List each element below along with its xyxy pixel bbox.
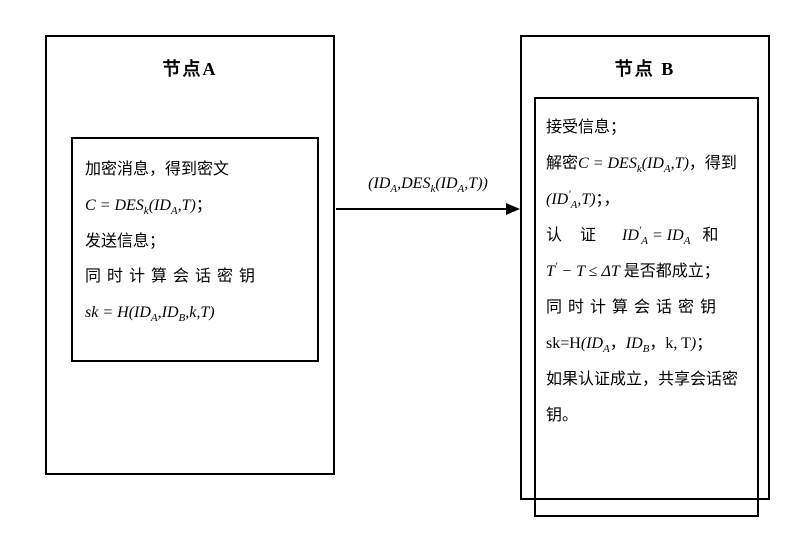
- b-l2-prefix: 解密: [546, 155, 578, 172]
- b-l7-semi: ；: [696, 335, 712, 352]
- b-l4-eq: =: [648, 227, 667, 244]
- b-l7-idb: ID: [626, 335, 643, 352]
- a-l5-a: A: [151, 312, 158, 324]
- b-l5-le: ≤: [585, 263, 602, 280]
- b-line5: T' − T ≤ ΔT 是否都成立；: [546, 255, 747, 289]
- b-l7-ida: ID: [586, 335, 603, 352]
- arrow-icon: [336, 199, 520, 219]
- a-l2-des: DES: [114, 197, 143, 214]
- b-line3: (ID'A,T)；，: [546, 183, 747, 217]
- a-l2-ida: ID: [154, 197, 171, 214]
- b-l5-t2: T: [576, 263, 585, 280]
- b-l5-minus: −: [557, 263, 576, 280]
- b-l7-c1: ，: [610, 335, 626, 352]
- arr-ida: ID: [373, 175, 390, 192]
- b-l5-t3: T: [611, 263, 620, 280]
- a-line4: 同时计算会话密钥: [85, 260, 305, 294]
- b-l2-des: DES: [607, 155, 636, 172]
- b-l5-delta: Δ: [601, 263, 610, 280]
- node-a-title: 节点A: [47, 37, 333, 81]
- b-l4-id2: ID: [667, 227, 684, 244]
- arr-ida2: ID: [441, 175, 458, 192]
- b-l7-k: k, T: [665, 335, 690, 352]
- a-l5-h: H: [117, 304, 129, 321]
- a-l2-eq: =: [96, 197, 115, 214]
- a-l5-sk: sk: [85, 304, 98, 321]
- b-line4: 认证 ID'A = IDA 和: [546, 219, 747, 253]
- b-l4-suffix: 和: [702, 227, 718, 244]
- b-l5-suffix: 是否都成立；: [620, 263, 720, 280]
- arrow-label: (IDA,DESk(IDA,T)): [336, 175, 520, 195]
- a-l5-idb: ID: [162, 304, 179, 321]
- b-l4-a2: A: [684, 235, 691, 247]
- b-l7-sk: sk=H: [546, 335, 581, 352]
- a-line3: 发送信息；: [85, 225, 305, 259]
- a-l5-t: T: [200, 304, 209, 321]
- b-line1: 接受信息；: [546, 111, 747, 145]
- b-l2-ida: ID: [647, 155, 664, 172]
- b-l2-c: C: [578, 155, 589, 172]
- arrow-group: (IDA,DESk(IDA,T)): [336, 175, 520, 219]
- b-l3-semi: ；，: [596, 191, 620, 208]
- a-l1-text: 加密消息，得到密文: [85, 161, 229, 178]
- arr-des: DES: [401, 175, 430, 192]
- b-line7: sk=H(IDA，IDB，k, T)；: [546, 327, 747, 361]
- b-l7-c2: ，: [649, 335, 665, 352]
- node-b-title: 节点 B: [522, 37, 768, 81]
- b-l2-t: T: [675, 155, 684, 172]
- b-l3-t: T: [581, 191, 590, 208]
- a-l5-ida: ID: [134, 304, 151, 321]
- a-l5-eq: =: [98, 304, 117, 321]
- b-l4-prefix: 认证: [546, 227, 614, 244]
- b-l3-id: ID: [551, 191, 568, 208]
- b-l2-a: A: [664, 163, 671, 175]
- b-l5-t: T: [546, 263, 555, 280]
- b-l4-a1: A: [641, 235, 648, 247]
- a-line2: C = DESk(IDA,T)；: [85, 189, 305, 223]
- node-b-inner: 接受信息； 解密C = DESk(IDA,T)，得到 (ID'A,T)；， 认证…: [534, 97, 759, 517]
- node-a-inner: 加密消息，得到密文 C = DESk(IDA,T)； 发送信息； 同时计算会话密…: [71, 137, 319, 362]
- a-l5-close: ): [209, 304, 214, 321]
- a-l2-a: A: [171, 205, 178, 217]
- b-line9: 钥。: [546, 399, 747, 433]
- b-l2-eq: =: [589, 155, 608, 172]
- a-l2-c: C: [85, 197, 96, 214]
- a-line1: 加密消息，得到密文: [85, 153, 305, 187]
- a-l2-t: T: [182, 197, 191, 214]
- b-line2: 解密C = DESk(IDA,T)，得到: [546, 147, 747, 181]
- b-l7-a: A: [603, 343, 610, 355]
- arr-t: T: [468, 175, 477, 192]
- b-l2-suffix: ，得到: [689, 155, 737, 172]
- b-line6: 同时计算会话密钥: [546, 291, 747, 325]
- a-line5: sk = H(IDA,IDB,k,T): [85, 296, 305, 330]
- b-l4-id1: ID: [622, 227, 639, 244]
- b-line8: 如果认证成立，共享会话密: [546, 363, 747, 397]
- node-a-box: 节点A 加密消息，得到密文 C = DESk(IDA,T)； 发送信息； 同时计…: [45, 35, 335, 475]
- node-b-box: 节点 B 接受信息； 解密C = DESk(IDA,T)，得到 (ID'A,T)…: [520, 35, 770, 500]
- a-l2-semi: ；: [196, 197, 212, 214]
- arr-close: ): [483, 175, 488, 192]
